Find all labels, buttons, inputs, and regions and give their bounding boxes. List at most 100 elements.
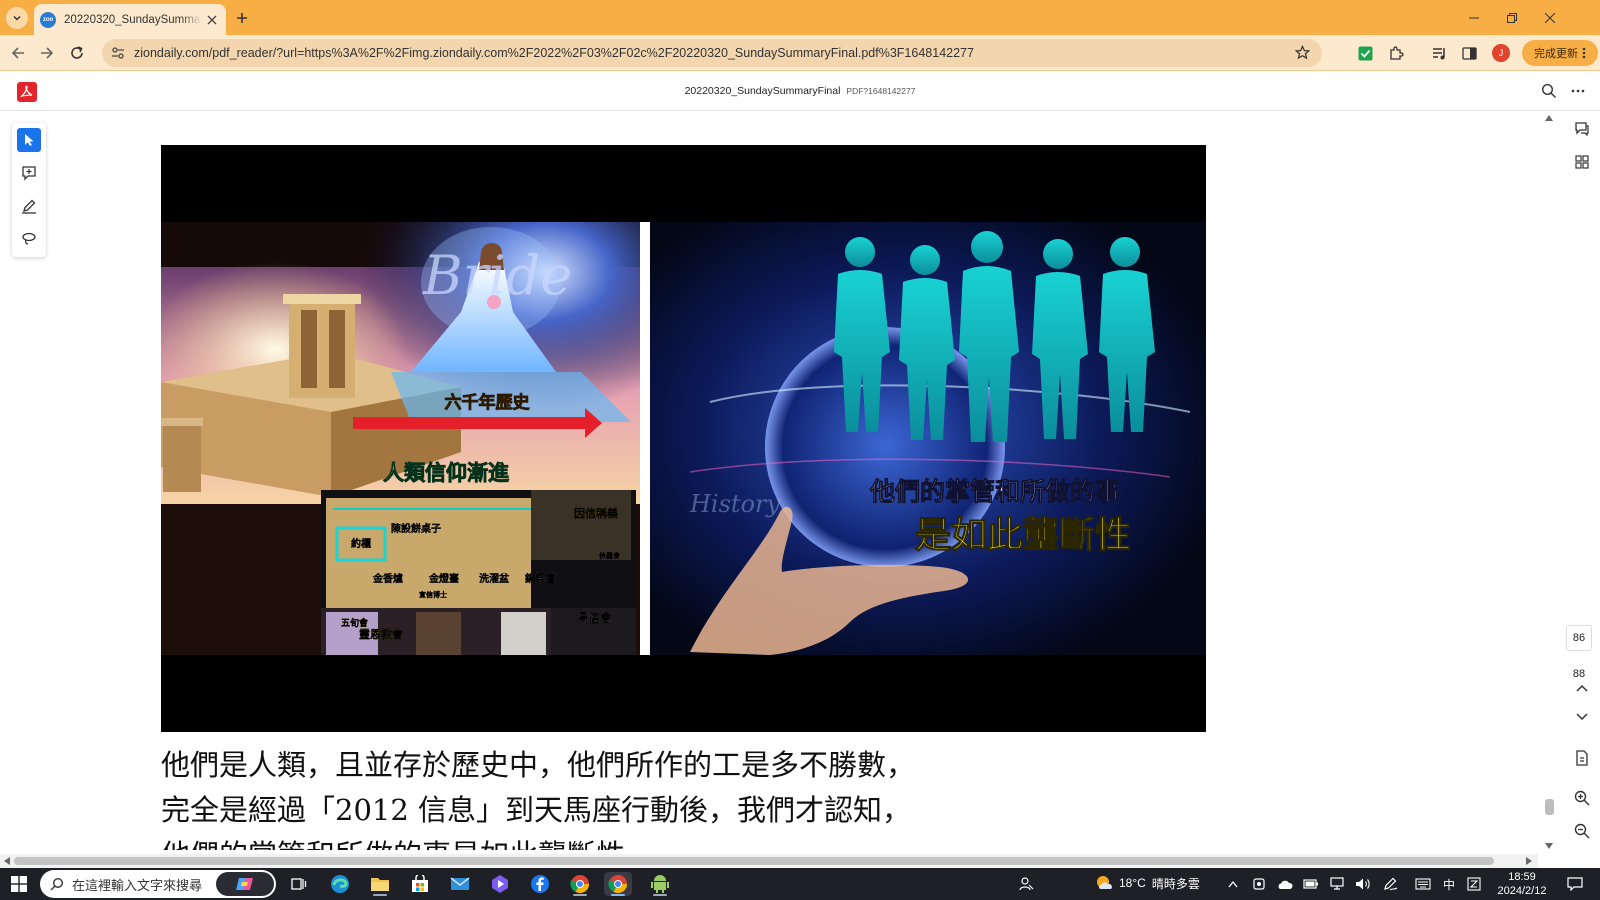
vertical-scrollbar[interactable]	[1538, 111, 1560, 854]
new-tab-button[interactable]	[232, 8, 252, 28]
network-icon[interactable]	[1329, 876, 1345, 892]
slide-left-panel: Bride 六千年歷史 人類信仰漸進 約櫃 陳設餅桌子 金香爐 金燈臺 洗濯盆 …	[161, 222, 640, 655]
minimize-button[interactable]	[1464, 8, 1484, 28]
store-icon	[412, 875, 428, 892]
people-icon[interactable]	[1018, 876, 1034, 892]
start-button[interactable]	[11, 876, 27, 892]
ime-layout-icon[interactable]	[1466, 876, 1482, 892]
media-app-icon	[492, 875, 508, 893]
url-text: ziondaily.com/pdf_reader/?url=https%3A%2…	[134, 46, 974, 60]
annotation-toolbar	[12, 123, 46, 257]
pen-workspace-icon[interactable]	[1383, 876, 1399, 892]
scroll-left-arrow-icon[interactable]	[4, 857, 10, 865]
pdf-viewer[interactable]: Bride 六千年歷史 人類信仰漸進 約櫃 陳設餅桌子 金香爐 金燈臺 洗濯盆 …	[0, 111, 1600, 854]
comments-panel-button[interactable]	[1571, 118, 1593, 140]
horizontal-scroll-thumb[interactable]	[14, 857, 1494, 865]
page-fit-button[interactable]	[1571, 747, 1593, 769]
select-tool-button[interactable]	[17, 128, 41, 152]
show-hidden-icons[interactable]	[1225, 876, 1241, 892]
timeline-label-1: 約櫃	[351, 537, 371, 550]
taskbar-android[interactable]	[648, 872, 672, 896]
copilot-button[interactable]	[216, 872, 274, 896]
taskbar-clock[interactable]: 18:59 2024/2/12	[1494, 870, 1550, 898]
update-label: 完成更新	[1534, 48, 1578, 60]
slide-line2-text: 是如此壟斷性	[915, 515, 1131, 556]
ime-mode[interactable]: 中	[1441, 876, 1457, 892]
taskbar-file-explorer[interactable]	[368, 872, 392, 896]
scroll-down-arrow-icon[interactable]	[1545, 843, 1553, 849]
comment-add-icon	[22, 166, 36, 181]
active-indicator	[611, 894, 625, 896]
document-title: 20220320_SundaySummaryFinal PDF?164814227…	[0, 85, 1600, 97]
profile-avatar[interactable]: J	[1492, 44, 1510, 62]
thumbnails-panel-button[interactable]	[1571, 151, 1593, 173]
tab-close-button[interactable]	[204, 12, 220, 28]
running-indicator	[653, 894, 667, 896]
pdf-more-button[interactable]	[1571, 83, 1585, 99]
draw-tool-button[interactable]	[17, 194, 41, 218]
chevron-down-icon	[1576, 713, 1588, 721]
taskbar-search-box[interactable]: 在這裡輸入文字來搜尋	[40, 870, 276, 898]
taskbar-edge[interactable]	[328, 872, 352, 896]
zoom-out-button[interactable]	[1571, 820, 1593, 842]
taskbar-chrome-2[interactable]	[604, 872, 632, 896]
notifications-icon[interactable]	[1567, 876, 1583, 892]
chrome-icon	[570, 875, 589, 894]
restore-button[interactable]	[1502, 8, 1522, 28]
arrow-label-text: 六千年歷史	[445, 392, 531, 413]
chevron-up-icon	[1228, 880, 1238, 888]
folder-icon	[371, 878, 389, 891]
tray-app-icon[interactable]	[1251, 876, 1267, 892]
timeline-label-6: 銅祭壇	[525, 572, 555, 585]
taskbar-chrome-1[interactable]	[568, 872, 592, 896]
scroll-right-arrow-icon[interactable]	[1526, 857, 1532, 865]
weather-widget[interactable]: 18°C 晴時多雲	[1095, 874, 1200, 892]
slide-image: Bride 六千年歷史 人類信仰漸進 約櫃 陳設餅桌子 金香爐 金燈臺 洗濯盆 …	[161, 145, 1206, 732]
extensions-puzzle-icon[interactable]	[1387, 44, 1405, 62]
page-number-current[interactable]: 86	[1566, 625, 1592, 651]
media-control-icon[interactable]	[1430, 44, 1448, 62]
taskbar-store[interactable]	[408, 872, 432, 896]
window-close-button[interactable]	[1540, 8, 1560, 28]
zoom-in-icon	[1574, 790, 1590, 806]
onedrive-icon[interactable]	[1277, 876, 1293, 892]
bookmark-star-icon[interactable]	[1295, 45, 1310, 60]
horizontal-scrollbar[interactable]	[0, 854, 1538, 868]
back-button[interactable]	[8, 43, 28, 63]
keyboard-icon[interactable]	[1415, 876, 1431, 892]
article-line-3: 他們的掌管和所做的事是如此壟斷性	[161, 832, 625, 850]
close-icon	[207, 15, 217, 24]
add-comment-button[interactable]	[17, 161, 41, 185]
lasso-tool-button[interactable]	[17, 227, 41, 251]
timeline-label-3: 金香爐	[372, 572, 403, 585]
forward-button[interactable]	[37, 43, 57, 63]
volume-icon[interactable]	[1355, 876, 1371, 892]
timeline-label-5: 洗濯盆	[479, 572, 510, 585]
taskbar-media-app[interactable]	[488, 872, 512, 896]
lasso-icon	[22, 232, 36, 245]
task-view-icon	[291, 878, 307, 890]
chevron-down-icon	[13, 15, 21, 21]
task-view-button[interactable]	[287, 872, 311, 896]
minimize-icon	[1469, 17, 1479, 19]
taskbar-mail[interactable]	[448, 872, 472, 896]
update-button[interactable]: 完成更新	[1522, 40, 1598, 66]
close-icon	[1545, 13, 1555, 23]
taskbar-facebook[interactable]	[528, 872, 552, 896]
reload-button[interactable]	[67, 43, 87, 63]
more-horizontal-icon	[1571, 89, 1585, 93]
zoom-in-button[interactable]	[1571, 787, 1593, 809]
side-panel-icon[interactable]	[1460, 44, 1478, 62]
scroll-up-arrow-icon[interactable]	[1545, 115, 1553, 121]
pdf-search-button[interactable]	[1541, 83, 1557, 99]
page-down-button[interactable]	[1571, 706, 1593, 728]
tab-search-button[interactable]	[6, 7, 28, 29]
battery-icon[interactable]	[1303, 876, 1319, 892]
address-bar[interactable]: ziondaily.com/pdf_reader/?url=https%3A%2…	[102, 39, 1322, 67]
site-info-icon[interactable]	[110, 45, 126, 61]
running-indicator	[373, 894, 387, 896]
temple-bride-illustration: Bride 六千年歷史 人類信仰漸進 約櫃 陳設餅桌子 金香爐 金燈臺 洗濯盆 …	[161, 222, 640, 655]
vertical-scroll-thumb[interactable]	[1545, 799, 1554, 815]
extension-check-icon[interactable]	[1356, 44, 1374, 62]
tab-active[interactable]: zoo 20220320_SundaySummaryFinal.pdf	[34, 4, 226, 35]
